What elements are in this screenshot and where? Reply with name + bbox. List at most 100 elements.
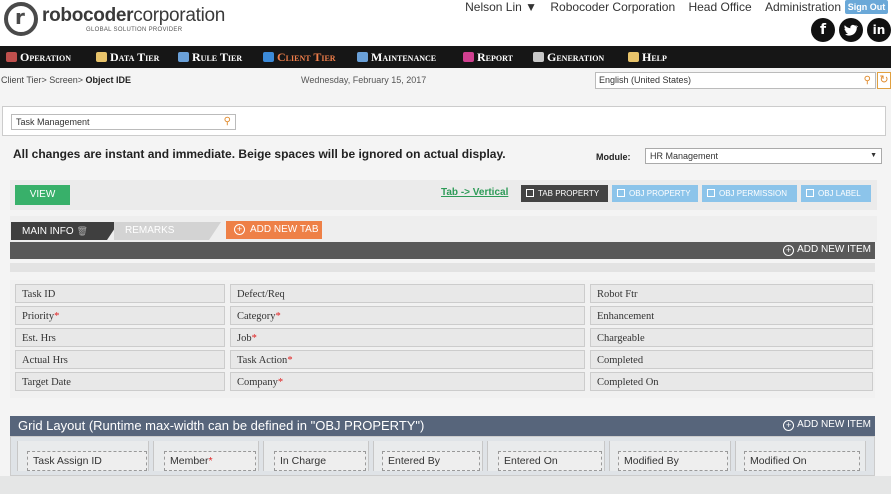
dropdown-arrow-icon: ▼ bbox=[870, 152, 877, 159]
form-field[interactable]: Actual Hrs bbox=[15, 350, 225, 369]
expand-icon bbox=[526, 189, 534, 197]
grid-column-label: Entered On bbox=[498, 451, 602, 471]
menu-rule-tier[interactable]: Rule Tier bbox=[178, 46, 242, 68]
language-select[interactable]: English (United States) ⚲ bbox=[595, 72, 876, 89]
menu-data-tier[interactable]: Data Tier bbox=[96, 46, 159, 68]
plus-circle-icon: + bbox=[783, 245, 795, 256]
form-field[interactable]: Priority* bbox=[15, 306, 225, 325]
administration-link[interactable]: Administration bbox=[765, 0, 841, 14]
breadcrumb-current: Object IDE bbox=[85, 75, 132, 85]
office-link[interactable]: Head Office bbox=[688, 0, 751, 14]
expand-icon bbox=[617, 189, 625, 197]
expand-icon bbox=[707, 189, 715, 197]
linkedin-icon[interactable]: in bbox=[867, 18, 891, 42]
screen-search-input[interactable]: Task Management ⚲ bbox=[11, 114, 236, 130]
maintenance-icon bbox=[357, 52, 368, 62]
tab-vertical-link[interactable]: Tab -> Vertical bbox=[441, 187, 508, 198]
plus-circle-icon: + bbox=[234, 224, 245, 235]
grid-column[interactable]: Entered By bbox=[373, 441, 483, 471]
menu-generation[interactable]: Generation bbox=[533, 46, 604, 68]
grid-column-label: Modified By bbox=[618, 451, 728, 471]
twitter-bird-icon bbox=[844, 24, 859, 36]
tab-property-button[interactable]: TAB PROPERTY bbox=[521, 185, 608, 202]
tab-remarks[interactable]: REMARKS bbox=[114, 222, 221, 240]
form-field[interactable]: Task ID bbox=[15, 284, 225, 303]
grid-column-label: Member* bbox=[164, 451, 256, 471]
refresh-icon[interactable]: ↻ bbox=[877, 72, 891, 89]
menu-help[interactable]: Help bbox=[628, 46, 667, 68]
menu-client-tier[interactable]: Client Tier bbox=[263, 46, 336, 68]
trash-icon[interactable]: 🗑 bbox=[76, 226, 87, 236]
top-nav: Nelson Lin ▼ Robocoder Corporation Head … bbox=[455, 0, 841, 14]
add-new-item-button[interactable]: + ADD NEW ITEM bbox=[783, 244, 871, 256]
logo-tagline: GLOBAL SOLUTION PROVIDER bbox=[86, 27, 183, 33]
user-menu[interactable]: Nelson Lin ▼ bbox=[465, 0, 537, 14]
view-button[interactable]: VIEW bbox=[15, 185, 70, 205]
current-date: Wednesday, February 15, 2017 bbox=[301, 75, 427, 85]
header: r robocodercorporation GLOBAL SOLUTION P… bbox=[0, 0, 891, 46]
robocoder-logo[interactable]: r robocodercorporation GLOBAL SOLUTION P… bbox=[4, 2, 234, 38]
logo-r-icon: r bbox=[15, 5, 25, 29]
form-field[interactable]: Chargeable bbox=[590, 328, 873, 347]
form-field[interactable]: Defect/Req bbox=[230, 284, 585, 303]
add-new-tab-button[interactable]: + ADD NEW TAB bbox=[226, 221, 322, 239]
form-layout: Task ID Defect/Req Robot Ftr Priority* C… bbox=[10, 280, 875, 398]
generation-icon bbox=[533, 52, 544, 62]
obj-label-button[interactable]: OBJ LABEL bbox=[801, 185, 871, 202]
facebook-icon[interactable]: f bbox=[811, 18, 835, 42]
grid-column[interactable]: Task Assign ID bbox=[17, 441, 149, 471]
client-tier-icon bbox=[263, 52, 274, 62]
report-icon bbox=[463, 52, 474, 62]
form-field[interactable]: Enhancement bbox=[590, 306, 873, 325]
grid-layout-header: Grid Layout (Runtime max-width can be de… bbox=[10, 416, 875, 436]
form-field[interactable]: Task Action* bbox=[230, 350, 585, 369]
grid-column-label: Task Assign ID bbox=[27, 451, 147, 471]
form-field[interactable]: Company* bbox=[230, 372, 585, 391]
object-toolbar: VIEW Tab -> Vertical TAB PROPERTY OBJ PR… bbox=[10, 180, 877, 210]
grid-column[interactable]: Modified By bbox=[609, 441, 731, 471]
tab-main-info[interactable]: MAIN INFO 🗑 bbox=[11, 222, 119, 240]
expand-icon bbox=[806, 189, 814, 197]
grid-column[interactable]: Entered On bbox=[487, 441, 605, 471]
form-field[interactable]: Category* bbox=[230, 306, 585, 325]
form-field[interactable]: Completed bbox=[590, 350, 873, 369]
menu-operation[interactable]: Operation bbox=[6, 46, 71, 68]
company-link[interactable]: Robocoder Corporation bbox=[550, 0, 675, 14]
module-select[interactable]: HR Management ▼ bbox=[645, 148, 882, 164]
breadcrumb: Client Tier> Screen> Object IDE bbox=[1, 75, 131, 85]
grid-layout-title: Grid Layout (Runtime max-width can be de… bbox=[18, 418, 425, 433]
plus-circle-icon: + bbox=[783, 420, 795, 431]
form-field[interactable]: Completed On bbox=[590, 372, 873, 391]
grid-column-label: Modified On bbox=[744, 451, 860, 471]
notice-text: All changes are instant and immediate. B… bbox=[13, 147, 506, 161]
grid-layout-columns: Task Assign ID Member* In Charge Entered… bbox=[10, 436, 875, 476]
grid-column[interactable]: Modified On bbox=[735, 441, 866, 471]
grid-column-label: In Charge bbox=[274, 451, 366, 471]
breadcrumb-path[interactable]: Client Tier> Screen> bbox=[1, 75, 86, 85]
page-background bbox=[0, 476, 891, 494]
obj-property-button[interactable]: OBJ PROPERTY bbox=[612, 185, 698, 202]
add-new-item-button[interactable]: + ADD NEW ITEM bbox=[783, 419, 871, 431]
form-field[interactable]: Robot Ftr bbox=[590, 284, 873, 303]
rule-tier-icon bbox=[178, 52, 189, 62]
grid-column[interactable]: In Charge bbox=[263, 441, 369, 471]
grid-column[interactable]: Member* bbox=[153, 441, 259, 471]
twitter-icon[interactable] bbox=[839, 18, 863, 42]
menu-report[interactable]: Report bbox=[463, 46, 513, 68]
menu-maintenance[interactable]: Maintenance bbox=[357, 46, 436, 68]
grid-column-label: Entered By bbox=[382, 451, 480, 471]
data-tier-icon bbox=[96, 52, 107, 62]
search-icon[interactable]: ⚲ bbox=[864, 73, 871, 88]
operation-icon bbox=[6, 52, 17, 62]
tab-strip: MAIN INFO 🗑 REMARKS + ADD NEW TAB bbox=[10, 216, 877, 242]
sign-out-button[interactable]: Sign Out bbox=[845, 0, 888, 14]
search-icon[interactable]: ⚲ bbox=[224, 115, 231, 129]
form-field[interactable]: Job* bbox=[230, 328, 585, 347]
form-field[interactable]: Est. Hrs bbox=[15, 328, 225, 347]
item-bar: + ADD NEW ITEM bbox=[10, 242, 875, 259]
divider bbox=[10, 263, 875, 272]
main-menu-bar: Operation Data Tier Rule Tier Client Tie… bbox=[0, 46, 891, 68]
obj-permission-button[interactable]: OBJ PERMISSION bbox=[702, 185, 797, 202]
logo-text: robocodercorporation bbox=[42, 5, 226, 26]
form-field[interactable]: Target Date bbox=[15, 372, 225, 391]
